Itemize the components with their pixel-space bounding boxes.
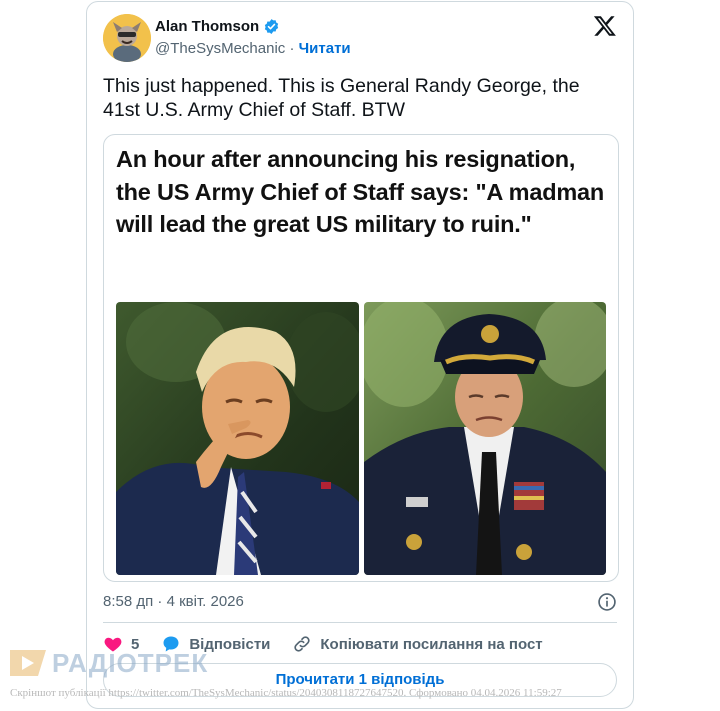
verified-badge-icon (263, 18, 280, 35)
author-name[interactable]: Alan Thomson (155, 18, 259, 35)
radiotrek-watermark: РАДІОТРЕК (8, 646, 208, 680)
tweet-media[interactable]: An hour after announcing his resignation… (103, 134, 619, 582)
image-headline: An hour after announcing his resignation… (116, 146, 605, 237)
copy-link-button[interactable]: Копіювати посилання на пост (292, 634, 543, 654)
tweet-card: Alan Thomson @TheSysMechanic · Читати Th… (86, 1, 634, 709)
info-icon[interactable] (597, 592, 617, 612)
follow-link[interactable]: Читати (299, 40, 351, 57)
photo-right (364, 302, 606, 575)
watermark-text: РАДІОТРЕК (52, 647, 209, 678)
radiotrek-logo-icon (10, 650, 46, 676)
screenshot-footer: Скріншот публікації https://twitter.com/… (10, 687, 562, 699)
handle-separator: · (289, 40, 295, 57)
copy-link-label: Копіювати посилання на пост (320, 635, 543, 653)
avatar[interactable] (103, 14, 151, 62)
author-handle[interactable]: @TheSysMechanic (155, 40, 285, 57)
divider (103, 622, 617, 623)
tweet-text: This just happened. This is General Rand… (103, 75, 580, 121)
tweet-timestamp[interactable]: 8:58 дп · 4 квіт. 2026 (103, 593, 244, 610)
author-name-row[interactable]: Alan Thomson (155, 18, 280, 35)
handle-row: @TheSysMechanic · Читати (155, 40, 351, 57)
link-icon (294, 636, 311, 652)
x-logo-icon[interactable] (593, 14, 617, 38)
photo-left (116, 302, 359, 575)
